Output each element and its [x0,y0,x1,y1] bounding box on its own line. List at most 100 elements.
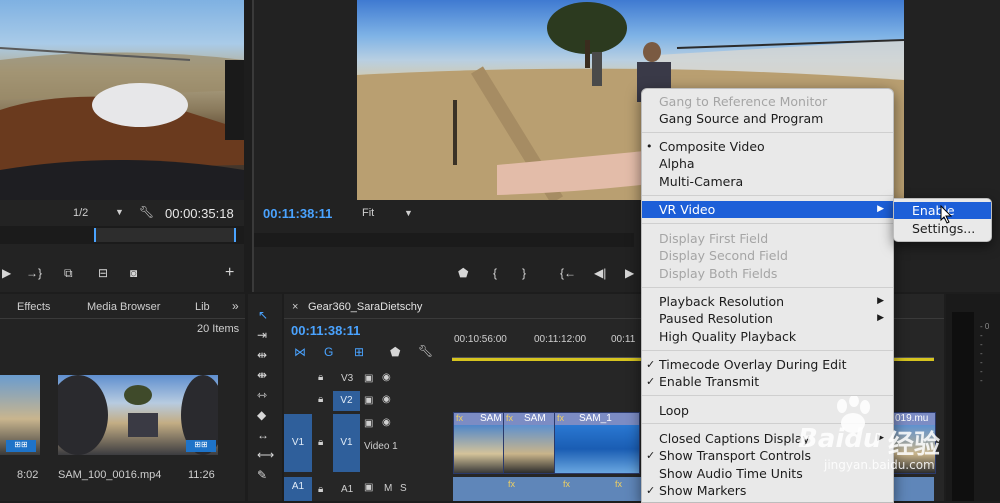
pen-icon[interactable]: ✎ [257,468,267,482]
mark-in-icon[interactable]: { [493,266,497,280]
fx-badge-icon: fx [557,413,565,423]
rolling-edit-icon[interactable]: ⇼ [257,368,267,382]
rate-stretch-icon[interactable]: ⇿ [257,388,267,402]
wrench-icon[interactable]: 🔧︎ [418,344,433,358]
overwrite-icon[interactable]: ⊟ [98,266,108,280]
menu-item-display-both-fields: Display Both Fields [659,266,778,281]
source-video-frame[interactable] [0,0,244,200]
watermark-brand: Baidu [798,424,882,454]
fx-badge-icon: fx [456,413,464,423]
camera-icon[interactable]: ◙ [130,266,137,280]
video-clip[interactable]: fx SAM_1 [554,412,640,474]
vr-badge-icon: ⊞⊞ [186,440,216,452]
source-timecode: 00:00:35:18 [165,206,234,221]
add-button-icon[interactable]: + [225,264,234,282]
item-count: 20 Items [197,323,240,335]
program-timecode[interactable]: 00:11:38:11 [263,206,332,221]
ruler-tick: 00:10:56:00 [454,334,507,345]
fx-badge-icon: fx [563,479,571,489]
menu-item-gang-source-program[interactable]: Gang Source and Program [642,110,893,127]
menu-item-timecode-overlay[interactable]: ✓ Timecode Overlay During Edit [642,356,893,373]
menu-item-vr-video[interactable]: VR Video ▶ [642,201,893,218]
menu-item-multi-camera[interactable]: Multi-Camera [642,173,893,190]
tab-media-browser[interactable]: Media Browser [87,301,160,313]
menu-item-enable-transmit[interactable]: ✓ Enable Transmit [642,373,893,390]
insert-icon[interactable]: ⧉ [64,266,73,281]
track-select-icon[interactable]: ⇥ [257,328,267,342]
step-back-icon[interactable]: ◀| [594,266,606,280]
tab-libraries[interactable]: Lib [195,301,210,313]
eye-icon[interactable]: ◉ [382,394,391,405]
tools-panel: ↖ ⇥ ⇹ ⇼ ⇿ ◆ ↔ ⟷ ✎ [248,294,282,501]
submenu-arrow-icon: ▶ [877,296,884,306]
fx-badge-icon: fx [508,479,516,489]
tab-effects[interactable]: Effects [17,301,50,313]
timeline-timecode[interactable]: 00:11:38:11 [291,323,360,338]
ruler-tick: 00:11:12:00 [534,334,587,345]
fit-select[interactable]: Fit [362,207,374,219]
track-target-v2[interactable]: V2 [333,391,360,411]
go-to-in-icon[interactable]: {← [560,266,576,280]
menu-item-paused-resolution[interactable]: Paused Resolution ▶ [642,310,893,327]
fx-badge-icon: fx [506,413,514,423]
track-label-a1: A1 [341,484,354,495]
menu-item-high-quality-playback[interactable]: High Quality Playback [642,328,893,345]
lock-icon[interactable]: 🔒︎ [318,372,323,383]
add-marker-icon[interactable]: ⬟ [390,345,400,359]
program-timeline-bar[interactable] [254,233,634,247]
lock-icon[interactable]: 🔒︎ [318,394,323,405]
menu-item-playback-resolution[interactable]: Playback Resolution ▶ [642,293,893,310]
film-icon[interactable]: ▣ [364,418,373,429]
mark-out-icon[interactable]: } [522,266,526,280]
source-timeline-bar[interactable] [0,226,244,244]
razor-icon[interactable]: ◆ [257,408,266,422]
step-forward-icon[interactable]: ▶ [2,266,11,280]
solo-button[interactable]: S [400,483,407,494]
close-icon[interactable]: × [292,301,298,313]
lock-icon[interactable]: 🔒︎ [318,484,323,495]
linked-selection-icon[interactable]: G [324,345,333,359]
mic-icon[interactable]: ▣ [364,482,373,493]
chevron-down-icon[interactable]: ▼ [404,208,413,218]
snap-icon[interactable]: ⋈ [294,345,306,359]
selection-tool-icon[interactable]: ↖ [258,308,268,322]
source-patch-v1[interactable]: V1 [284,414,312,472]
go-to-out-icon[interactable]: →} [26,266,42,280]
wrench-icon[interactable]: 🔧︎ [139,205,154,219]
ruler-tick: 00:11 [611,334,636,345]
source-patch-a1[interactable]: A1 [284,477,312,501]
menu-item-gang-reference: Gang to Reference Monitor [659,94,828,109]
watermark-url: jingyan.baidu.com [824,458,935,472]
submenu-arrow-icon: ▶ [877,204,884,214]
eye-icon[interactable]: ◉ [382,372,391,383]
panel-overflow-icon[interactable]: » [232,299,239,313]
marker-icon[interactable]: ⬟ [458,266,468,280]
track-target-v1[interactable]: V1 [333,414,360,472]
film-icon[interactable]: ▣ [364,373,373,384]
film-icon[interactable]: ▣ [364,395,373,406]
menu-item-composite-video[interactable]: • Composite Video [642,138,893,155]
mute-button[interactable]: M [384,483,392,494]
nest-icon[interactable]: ⊞ [354,345,364,359]
video-clip[interactable]: fx SAM [503,412,555,474]
tab-sequence[interactable]: Gear360_SaraDietschy [308,301,422,313]
menu-item-display-first-field: Display First Field [659,231,769,246]
menu-item-alpha[interactable]: Alpha [642,155,893,172]
watermark-brand-cn: 经验 [888,430,941,460]
mouse-cursor-icon [940,205,953,224]
slide-icon[interactable]: ⟷ [257,448,274,462]
eye-icon[interactable]: ◉ [382,417,391,428]
resolution-select[interactable]: 1/2 [73,207,88,219]
ripple-edit-icon[interactable]: ⇹ [257,348,267,362]
menu-item-display-second-field: Display Second Field [659,248,788,263]
media-name[interactable]: SAM_100_0016.mp4 [58,469,161,481]
slip-icon[interactable]: ↔ [257,428,269,442]
source-monitor: 1/2 ▼ 🔧︎ 00:00:35:18 ▶ →} ⧉ ⊟ ◙ + [0,0,244,292]
play-icon[interactable]: ▶ [625,266,634,280]
lock-icon[interactable]: 🔒︎ [318,437,323,448]
vr-badge-icon: ⊞⊞ [6,440,36,452]
project-panel: Effects Media Browser Lib » 20 Items ⊞⊞ … [0,294,245,501]
media-duration: 8:02 [17,469,39,481]
chevron-down-icon[interactable]: ▼ [115,207,124,217]
fx-badge-icon: fx [615,479,623,489]
